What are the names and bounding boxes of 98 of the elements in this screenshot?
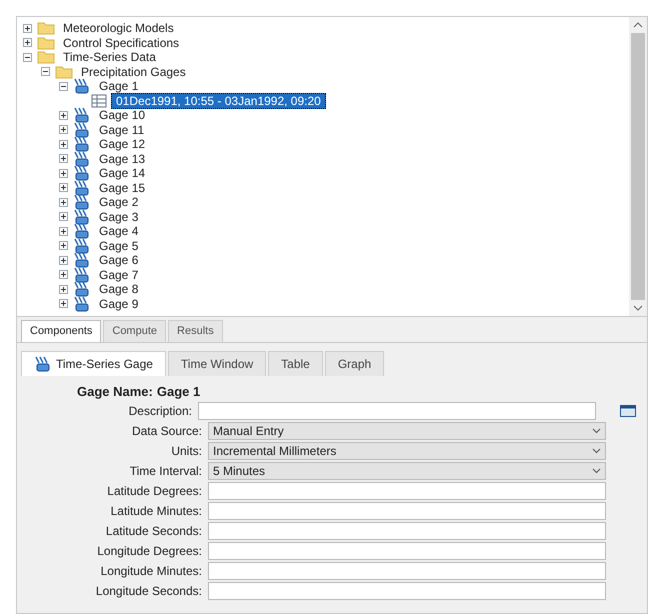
tree-item[interactable]: Gage 12 — [95, 137, 150, 152]
field-label: Latitude Minutes: — [110, 502, 202, 520]
rain-gage-icon — [73, 281, 91, 298]
rain-gage-icon — [73, 122, 91, 138]
tree-item[interactable]: Gage 1 — [95, 79, 142, 94]
field-label: Data Source: — [130, 422, 202, 440]
rain-gage-icon — [73, 150, 91, 167]
rain-gage-icon — [73, 266, 91, 283]
tree-item[interactable]: Gage 5 — [95, 238, 142, 253]
tree-item[interactable]: Gage 15 — [95, 180, 150, 195]
scroll-up-icon[interactable] — [633, 22, 643, 28]
rain-gage-icon — [73, 136, 91, 152]
field-label: Latitude Seconds: — [104, 522, 202, 540]
collapse-icon[interactable] — [23, 52, 32, 62]
input-field[interactable] — [208, 502, 606, 520]
expand-icon[interactable] — [59, 110, 68, 120]
rain-gage-icon — [73, 107, 91, 124]
expand-icon[interactable] — [59, 154, 68, 164]
tree-item[interactable]: Gage 7 — [95, 268, 142, 282]
field-label: Longitude Degrees: — [96, 542, 202, 560]
map-button[interactable] — [620, 404, 637, 418]
input-field[interactable] — [198, 402, 596, 420]
field-label: Units: — [170, 442, 202, 460]
dropdown[interactable]: Incremental Millimeters — [208, 442, 606, 460]
field-label: Description: — [128, 402, 192, 420]
folder-icon — [55, 64, 73, 79]
collapse-icon[interactable] — [41, 67, 50, 76]
tree-item[interactable]: Gage 4 — [95, 224, 142, 238]
expand-icon[interactable] — [59, 226, 68, 236]
rain-gage-icon — [73, 194, 91, 210]
tab[interactable]: Time Window — [168, 350, 266, 376]
field-label: Longitude Seconds: — [94, 582, 202, 600]
expand-icon[interactable] — [59, 198, 68, 207]
field-label: Longitude Minutes: — [100, 562, 202, 580]
expand-icon[interactable] — [59, 212, 68, 222]
expand-icon[interactable] — [59, 299, 68, 308]
input-field[interactable] — [208, 582, 606, 600]
tab[interactable]: Compute — [103, 320, 166, 342]
tree-item[interactable]: Gage 10 — [95, 108, 150, 122]
tree-item[interactable]: Precipitation Gages — [77, 64, 190, 79]
rain-gage-icon — [73, 78, 91, 94]
expand-icon[interactable] — [59, 270, 68, 280]
expand-icon[interactable] — [23, 24, 32, 33]
folder-icon — [37, 36, 55, 50]
rain-gage-icon — [73, 238, 91, 254]
chevron-down-icon — [592, 428, 601, 434]
expand-icon[interactable] — [59, 284, 68, 294]
tree-item[interactable]: Gage 3 — [95, 210, 142, 224]
input-field[interactable] — [208, 522, 606, 540]
rain-gage-icon — [73, 296, 91, 312]
tree-item[interactable]: Control Specifications — [59, 36, 184, 50]
expand-icon[interactable] — [59, 241, 68, 250]
expand-icon[interactable] — [59, 168, 68, 178]
expand-icon[interactable] — [59, 140, 68, 149]
tree-item[interactable]: Gage 9 — [95, 296, 142, 311]
dropdown[interactable]: Manual Entry — [208, 422, 606, 440]
gage-name-value: Gage 1 — [156, 382, 200, 401]
input-field[interactable] — [208, 482, 606, 500]
scroll-down-icon[interactable] — [633, 305, 643, 311]
field-label: Time Interval: — [128, 462, 202, 480]
tab[interactable]: Time-Series Gage — [21, 350, 166, 376]
chevron-down-icon — [592, 448, 601, 454]
tree-item[interactable]: Gage 2 — [95, 195, 142, 210]
rain-gage-icon — [34, 356, 52, 372]
table-icon — [91, 94, 107, 108]
folder-icon — [37, 21, 55, 36]
scroll-thumb[interactable] — [631, 33, 645, 300]
input-field[interactable] — [208, 542, 606, 560]
rain-gage-icon — [73, 208, 91, 225]
collapse-icon[interactable] — [59, 82, 68, 91]
tree-item[interactable]: Meteorologic Models — [59, 21, 178, 36]
rain-gage-icon — [73, 165, 91, 182]
rain-gage-icon — [73, 180, 91, 196]
expand-icon[interactable] — [59, 183, 68, 192]
chevron-down-icon — [592, 468, 601, 474]
tree-item[interactable]: Gage 14 — [95, 166, 150, 180]
scrollbar[interactable] — [629, 17, 647, 316]
tree-item[interactable]: 01Dec1991, 10:55 - 03Jan1992, 09:20 — [111, 92, 326, 109]
tree-item[interactable]: Gage 8 — [95, 282, 142, 296]
rain-gage-icon — [73, 223, 91, 240]
field-label: Latitude Degrees: — [106, 482, 202, 500]
window-icon — [620, 404, 636, 416]
tree-item[interactable]: Gage 13 — [95, 152, 150, 166]
tree-item[interactable]: Gage 6 — [95, 253, 142, 268]
folder-icon — [37, 50, 55, 64]
input-field[interactable] — [208, 562, 606, 580]
expand-icon[interactable] — [59, 256, 68, 265]
tree-item[interactable]: Gage 11 — [95, 122, 148, 137]
tree-item[interactable]: Time-Series Data — [59, 50, 160, 64]
tab[interactable]: Components — [21, 320, 102, 342]
expand-icon[interactable] — [59, 125, 68, 134]
tab[interactable]: Table — [268, 350, 323, 376]
rain-gage-icon — [73, 252, 91, 268]
dropdown[interactable]: 5 Minutes — [208, 462, 606, 480]
gage-name-label: Gage Name: — [77, 382, 153, 401]
expand-icon[interactable] — [23, 38, 32, 48]
tab[interactable]: Graph — [324, 350, 384, 376]
tab[interactable]: Results — [168, 320, 223, 342]
